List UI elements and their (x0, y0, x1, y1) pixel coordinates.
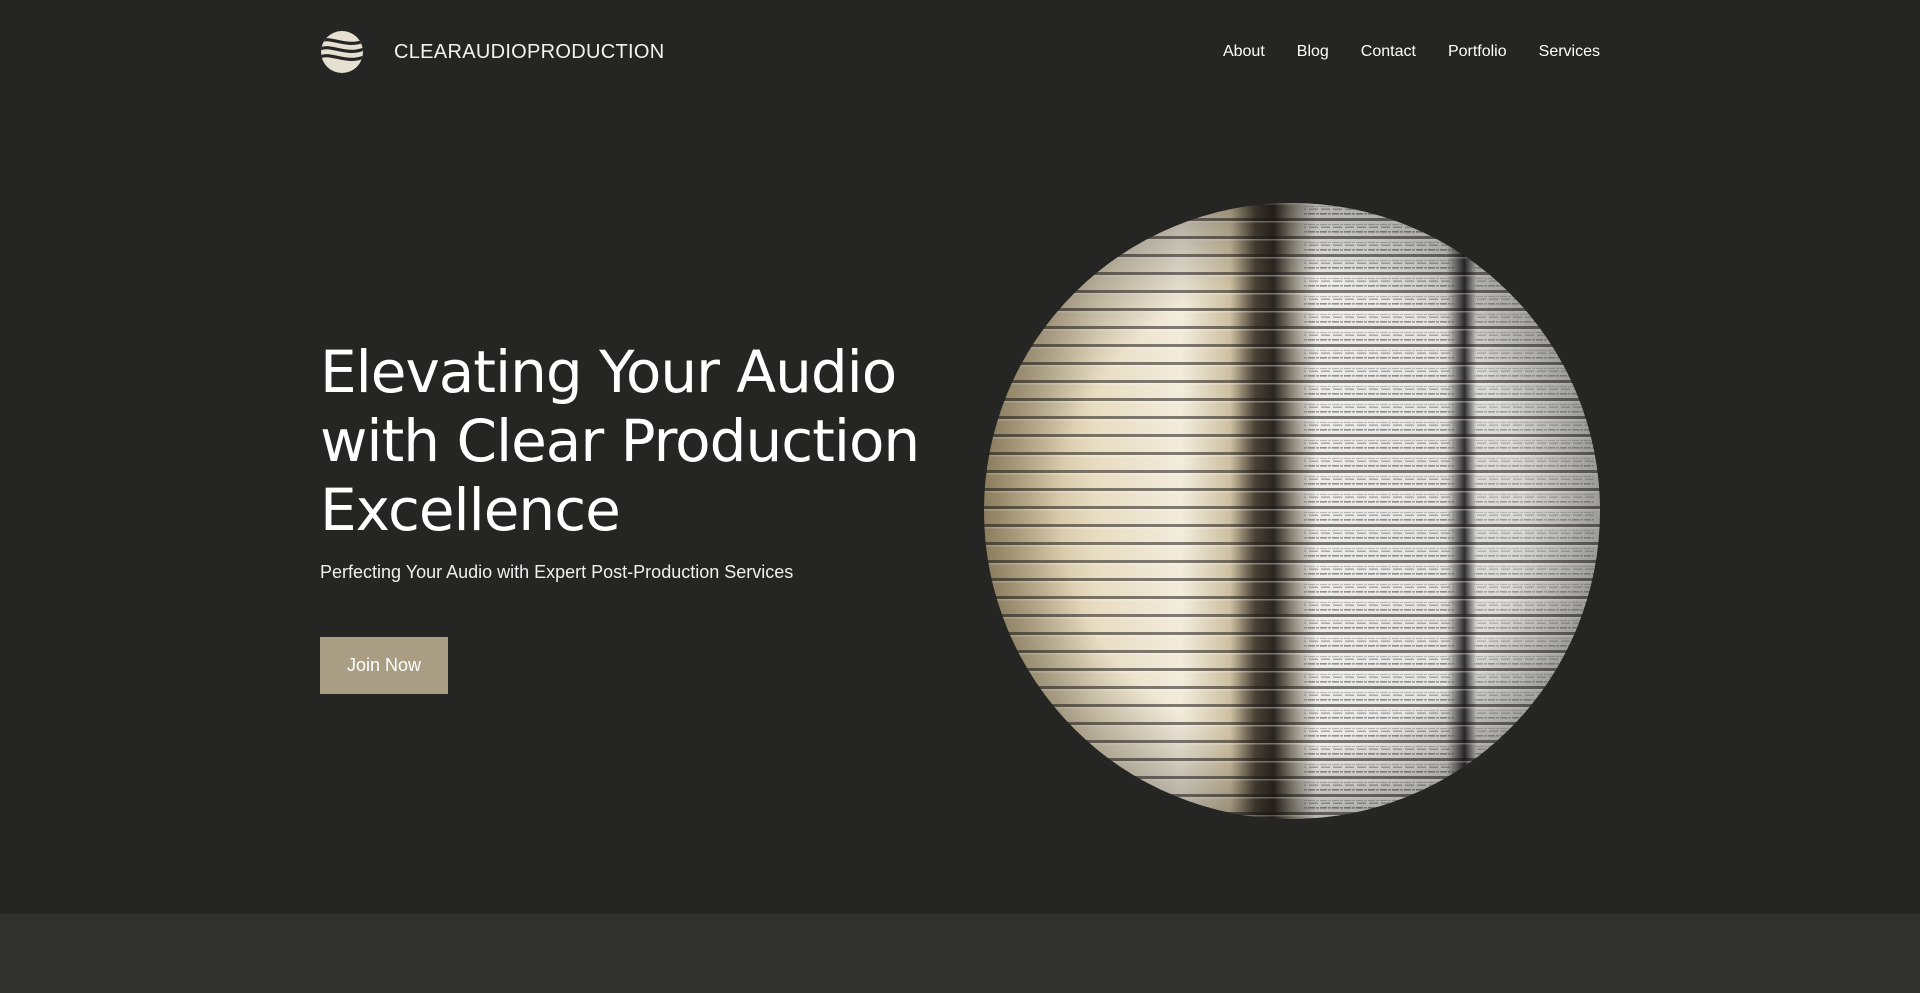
hero-subtitle: Perfecting Your Audio with Expert Post-P… (320, 562, 794, 582)
nav-link-blog[interactable]: Blog (1297, 43, 1329, 61)
hero-title-line: with Clear Production (320, 407, 920, 475)
hero-title-line: Elevating Your Audio (320, 338, 897, 406)
wave-circle-logo-icon (321, 31, 363, 73)
main-nav: About Blog Contact Portfolio Services (1223, 43, 1600, 61)
nav-link-services[interactable]: Services (1539, 43, 1600, 61)
nav-link-portfolio[interactable]: Portfolio (1448, 43, 1507, 61)
nav-link-about[interactable]: About (1223, 43, 1265, 61)
page: CLEARAUDIOPRODUCTION About Blog Contact … (0, 0, 1920, 993)
next-section-band (0, 914, 1920, 993)
stacked-newspapers-image (984, 203, 1600, 819)
hero-title: Elevating Your Audio with Clear Productio… (320, 338, 940, 545)
brand-link[interactable]: CLEARAUDIOPRODUCTION (320, 30, 664, 74)
brand-name: CLEARAUDIOPRODUCTION (394, 40, 665, 63)
join-now-button[interactable]: Join Now (320, 637, 448, 694)
nav-link-contact[interactable]: Contact (1361, 43, 1416, 61)
hero-title-line: Excellence (320, 476, 621, 544)
site-header: CLEARAUDIOPRODUCTION About Blog Contact … (320, 30, 1600, 74)
